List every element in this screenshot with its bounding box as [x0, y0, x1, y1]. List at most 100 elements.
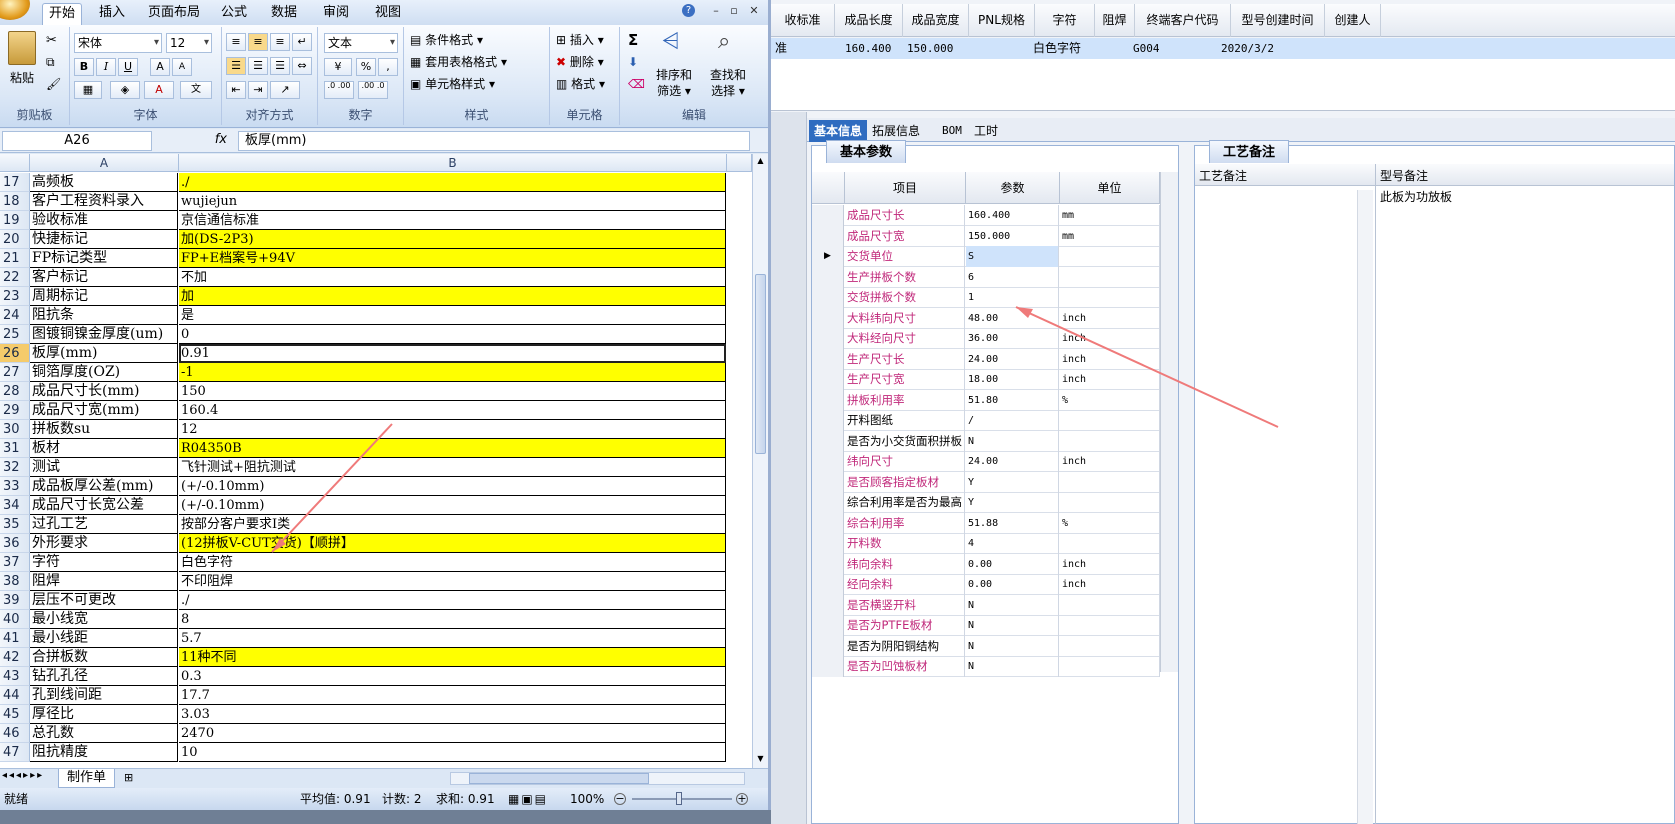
- ribbon: 粘贴 ✂ ⧉ 🖌 剪贴板 宋体 12 B I U A A ▦ ◈ A 文 字体 …: [0, 25, 768, 128]
- autosum-button[interactable]: Σ: [628, 31, 638, 49]
- tab-page-layout[interactable]: 页面布局: [148, 3, 200, 25]
- close-icon[interactable]: ✕: [746, 4, 762, 18]
- excel-window: 开始 插入 页面布局 公式 数据 审阅 视图 ? – ▫ ✕ 粘贴 ✂ ⧉ 🖌 …: [0, 0, 771, 810]
- align-top-icon[interactable]: ≡: [226, 33, 246, 51]
- tab-insert[interactable]: 插入: [94, 3, 130, 25]
- vertical-scrollbar[interactable]: ▲ ▼: [752, 154, 768, 768]
- zoom-in-icon[interactable]: +: [736, 793, 748, 805]
- number-format-select[interactable]: 文本: [324, 33, 398, 53]
- group-title: 编辑: [681, 108, 706, 122]
- delete-cells-button[interactable]: ✖ 删除 ▾: [556, 53, 604, 71]
- group-editing: Σ ⬇ ⌫ ⩤ 排序和 筛选 ▾ ⌕ 查找和 选择 ▾ 编辑: [620, 27, 768, 125]
- align-middle-icon[interactable]: ≡: [248, 33, 268, 51]
- annotation-arrow-left: [271, 423, 393, 553]
- sort-filter-label: 排序和: [656, 68, 693, 82]
- find-select-label-2: 选择: [711, 84, 736, 98]
- scroll-up-icon[interactable]: ▲: [755, 156, 766, 168]
- sort-filter-button[interactable]: 排序和 筛选 ▾: [656, 67, 692, 99]
- currency-button[interactable]: ¥: [324, 58, 352, 76]
- sort-filter-icon[interactable]: ⩤: [662, 31, 680, 53]
- view-mode-icons[interactable]: ▦▣▤: [508, 788, 548, 810]
- underline-button[interactable]: U: [118, 58, 138, 76]
- status-average: 平均值: 0.91: [300, 792, 371, 806]
- table-format-button[interactable]: ▦ 套用表格格式 ▾: [410, 53, 507, 71]
- insert-sheet-icon[interactable]: ⊞: [124, 771, 133, 784]
- fill-icon[interactable]: ⬇: [628, 55, 638, 69]
- tab-data[interactable]: 数据: [266, 3, 302, 25]
- format-painter-icon[interactable]: 🖌: [46, 77, 61, 91]
- help-icon[interactable]: ?: [682, 4, 695, 17]
- wrap-text-icon[interactable]: ↵: [292, 33, 312, 51]
- group-clipboard: 粘贴 ✂ ⧉ 🖌 剪贴板: [0, 27, 70, 125]
- phonetic-button[interactable]: 文: [180, 81, 212, 99]
- zoom-slider-thumb[interactable]: [676, 792, 682, 805]
- minimize-icon[interactable]: –: [708, 4, 724, 18]
- orientation-icon[interactable]: ↗: [270, 81, 300, 99]
- cond-format-button[interactable]: ▤ 条件格式 ▾: [410, 31, 483, 49]
- italic-button[interactable]: I: [96, 58, 116, 76]
- align-bottom-icon[interactable]: ≡: [270, 33, 290, 51]
- align-center-icon[interactable]: ☰: [248, 57, 268, 75]
- cut-icon[interactable]: ✂: [46, 33, 57, 48]
- font-color-button[interactable]: A: [144, 81, 174, 99]
- zoom-slider[interactable]: [632, 798, 732, 800]
- worksheet-grid[interactable]: A B 17 高频板 ./18 客户工程资料录入 wujiejun 19 验收标准 京信通信标…: [0, 154, 752, 768]
- clear-icon[interactable]: ⌫: [628, 77, 645, 91]
- font-size-select[interactable]: 12: [166, 33, 212, 53]
- percent-button[interactable]: %: [356, 58, 376, 76]
- group-font: 宋体 12 B I U A A ▦ ◈ A 文 字体: [70, 27, 222, 125]
- tab-home[interactable]: 开始: [42, 3, 82, 25]
- zoom-out-icon[interactable]: −: [614, 793, 626, 805]
- tab-review[interactable]: 审阅: [318, 3, 354, 25]
- merge-center-icon[interactable]: ⇔: [292, 57, 312, 75]
- copy-icon[interactable]: ⧉: [46, 55, 55, 70]
- zoom-level[interactable]: 100%: [570, 788, 604, 810]
- comma-button[interactable]: ,: [378, 58, 398, 76]
- tab-formulas[interactable]: 公式: [216, 3, 252, 25]
- annotation-arrow-right: [1015, 306, 1279, 428]
- paste-icon[interactable]: [8, 31, 36, 65]
- cond-format-label: 条件格式: [425, 33, 474, 47]
- sheet-tab-active[interactable]: 制作单: [58, 769, 116, 788]
- h-scroll-thumb[interactable]: [469, 773, 649, 784]
- format-cells-button[interactable]: ▥ 格式 ▾: [556, 75, 605, 93]
- decrease-indent-icon[interactable]: ⇤: [226, 81, 246, 99]
- sheet-nav-icon[interactable]: ◂◂◂▸▸▸: [2, 770, 44, 781]
- shrink-font-button[interactable]: A: [172, 58, 192, 76]
- erp-window: 收标准 成品长度 成品宽度 PNL规格 字符 阻焊 终端客户代码 型号创建时间 …: [771, 0, 1675, 824]
- border-icon[interactable]: ▦: [74, 81, 102, 99]
- grow-font-button[interactable]: A: [150, 58, 170, 76]
- increase-indent-icon[interactable]: ⇥: [248, 81, 268, 99]
- decrease-decimal-button[interactable]: .00 .0: [358, 81, 388, 99]
- group-title: 数字: [348, 108, 373, 122]
- office-button-icon[interactable]: [0, 0, 30, 20]
- sheet-tab-bar: ◂◂◂▸▸▸ 制作单 ⊞: [0, 768, 768, 788]
- find-select-button[interactable]: 查找和 选择 ▾: [710, 67, 746, 99]
- horizontal-scrollbar[interactable]: [450, 772, 745, 785]
- insert-icon: ⊞: [556, 33, 570, 47]
- font-name-select[interactable]: 宋体: [74, 33, 162, 53]
- bold-button[interactable]: B: [74, 58, 94, 76]
- delete-icon: ✖: [556, 55, 570, 69]
- find-select-icon[interactable]: ⌕: [718, 31, 730, 53]
- cell-style-button[interactable]: ▣ 单元格样式 ▾: [410, 75, 495, 93]
- align-right-icon[interactable]: ☰: [270, 57, 290, 75]
- formula-bar: A26 fx 板厚(mm): [0, 129, 768, 153]
- restore-icon[interactable]: ▫: [726, 4, 742, 18]
- cell-style-label: 单元格样式: [425, 77, 486, 91]
- name-box[interactable]: A26: [2, 131, 152, 151]
- paste-button[interactable]: 粘贴: [10, 69, 34, 87]
- status-sum: 求和: 0.91: [436, 792, 495, 806]
- fx-icon[interactable]: fx: [160, 132, 235, 150]
- increase-decimal-button[interactable]: .0 .00: [324, 81, 354, 99]
- tab-view[interactable]: 视图: [370, 3, 406, 25]
- scroll-down-icon[interactable]: ▼: [755, 754, 766, 766]
- align-left-icon[interactable]: ☰: [226, 57, 246, 75]
- scroll-thumb[interactable]: [755, 274, 766, 454]
- cell-style-icon: ▣: [410, 77, 426, 91]
- group-title: 字体: [133, 108, 158, 122]
- formula-input[interactable]: 板厚(mm): [238, 131, 750, 151]
- fill-color-icon[interactable]: ◈: [110, 81, 140, 99]
- group-title: 样式: [464, 108, 489, 122]
- insert-cells-button[interactable]: ⊞ 插入 ▾: [556, 31, 604, 49]
